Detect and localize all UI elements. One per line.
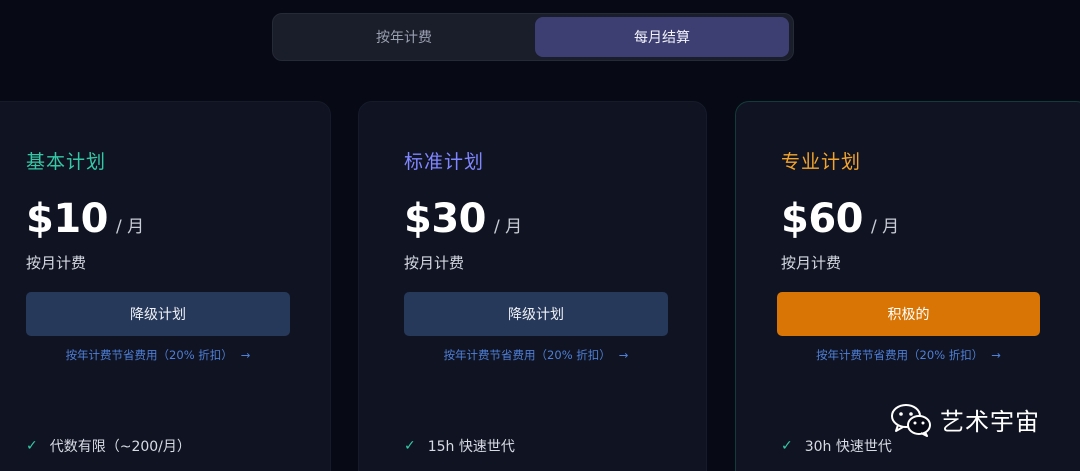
plan-price: $10 xyxy=(26,196,109,242)
plan-price: $30 xyxy=(404,196,487,242)
save-link-label: 按年计费节省费用（20% 折扣） xyxy=(443,348,611,362)
price-row: $60 / 月 xyxy=(781,196,899,242)
plan-name: 基本计划 xyxy=(26,151,107,173)
plan-name: 专业计划 xyxy=(781,151,862,173)
arrow-right-icon: → xyxy=(618,348,629,362)
feature-item: ✓ 15h 快速世代 xyxy=(404,436,515,456)
feature-label: 15h 快速世代 xyxy=(427,439,515,455)
downgrade-button[interactable]: 降级计划 xyxy=(404,292,668,336)
wechat-icon xyxy=(891,403,931,437)
feature-item: ✓ 30h 快速世代 xyxy=(781,436,892,456)
arrow-right-icon: → xyxy=(240,348,251,362)
watermark: 艺术宇宙 xyxy=(890,402,1040,437)
arrow-right-icon: → xyxy=(991,348,1001,362)
check-icon: ✓ xyxy=(781,438,793,454)
save-link-label: 按年计费节省费用（20% 折扣） xyxy=(816,348,984,362)
billing-note: 按月计费 xyxy=(781,254,842,272)
yearly-save-link[interactable]: 按年计费节省费用（20% 折扣） → xyxy=(777,347,1040,363)
price-row: $30 / 月 xyxy=(404,196,522,242)
save-link-label: 按年计费节省费用（20% 折扣） xyxy=(65,348,233,362)
toggle-monthly[interactable]: 每月结算 xyxy=(535,17,789,57)
plan-card-basic: 基本计划 $10 / 月 按月计费 降级计划 按年计费节省费用（20% 折扣） →… xyxy=(0,101,331,471)
downgrade-button[interactable]: 降级计划 xyxy=(26,292,290,336)
billing-note: 按月计费 xyxy=(26,254,87,272)
price-period: / 月 xyxy=(871,217,900,237)
active-plan-button[interactable]: 积极的 xyxy=(777,292,1040,336)
toggle-yearly[interactable]: 按年计费 xyxy=(277,17,531,57)
price-row: $10 / 月 xyxy=(26,196,144,242)
feature-item: ✓ 代数有限（~200/月） xyxy=(26,436,191,456)
watermark-text: 艺术宇宙 xyxy=(940,408,1040,436)
yearly-save-link[interactable]: 按年计费节省费用（20% 折扣） → xyxy=(26,347,290,363)
plan-name: 标准计划 xyxy=(404,151,485,173)
feature-label: 代数有限（~200/月） xyxy=(49,439,191,455)
billing-note: 按月计费 xyxy=(404,254,465,272)
price-period: / 月 xyxy=(116,217,145,237)
check-icon: ✓ xyxy=(404,438,416,454)
billing-toggle: 按年计费 每月结算 xyxy=(272,13,794,61)
price-period: / 月 xyxy=(494,217,523,237)
yearly-save-link[interactable]: 按年计费节省费用（20% 折扣） → xyxy=(404,347,668,363)
check-icon: ✓ xyxy=(26,438,38,454)
plan-price: $60 xyxy=(781,196,864,242)
plan-card-standard: 标准计划 $30 / 月 按月计费 降级计划 按年计费节省费用（20% 折扣） →… xyxy=(358,101,707,471)
feature-label: 30h 快速世代 xyxy=(804,439,892,455)
